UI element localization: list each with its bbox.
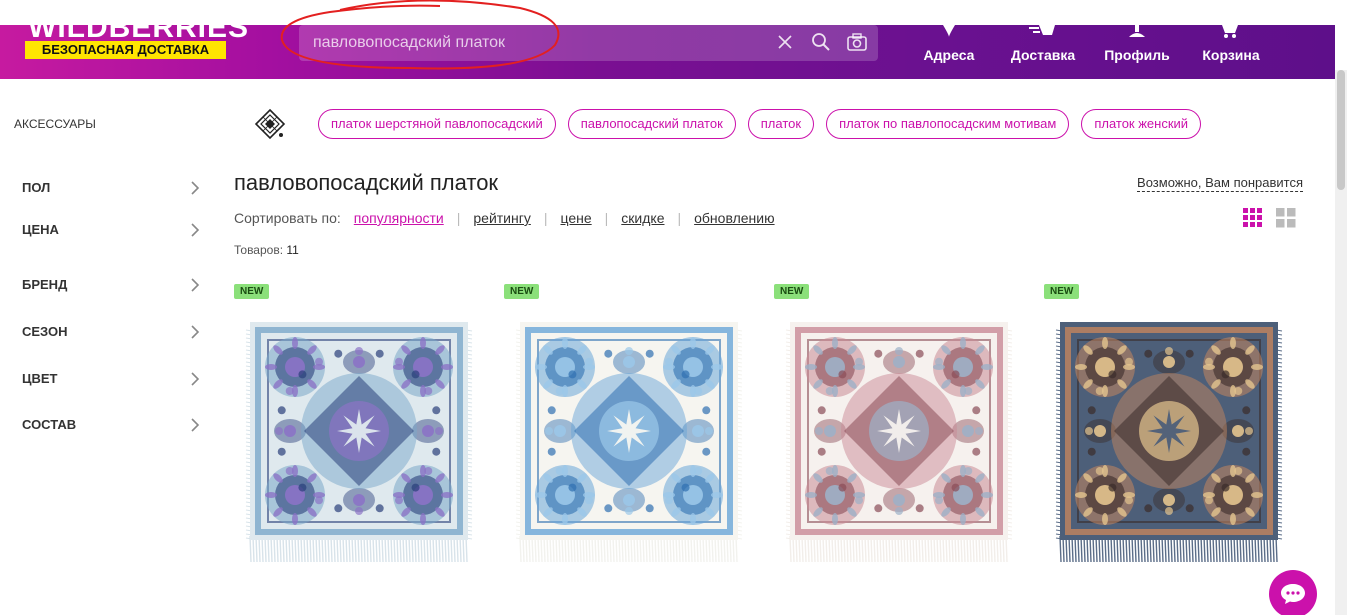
chevron-right-icon — [191, 181, 200, 195]
chevron-right-icon — [191, 372, 200, 386]
filter-label: СЕЗОН — [22, 324, 68, 339]
nav-label: Адреса — [923, 47, 975, 63]
filter-gender[interactable]: ПОЛ — [22, 180, 202, 200]
product-image[interactable] — [244, 318, 474, 566]
new-badge: NEW — [504, 284, 540, 299]
search-icon[interactable] — [810, 29, 832, 55]
scrollbar[interactable] — [1335, 70, 1347, 615]
tag-chip[interactable]: платок шерстяной павлопосадский — [318, 109, 556, 139]
sort-divider: | — [604, 210, 609, 226]
filter-label: БРЕНД — [22, 277, 68, 292]
sort-update[interactable]: обновлению — [694, 210, 774, 226]
page-title: павловопосадский платок — [234, 170, 499, 195]
new-badge: NEW — [1044, 284, 1080, 299]
filter-label: ЦВЕТ — [22, 371, 58, 386]
sort-label: Сортировать по: — [234, 210, 341, 226]
nav-label: Профиль — [1104, 47, 1170, 63]
tag-chip[interactable]: павлопосадский платок — [567, 109, 736, 139]
search-box — [299, 25, 878, 61]
view-toggle — [1243, 208, 1296, 228]
clear-icon[interactable] — [774, 29, 796, 55]
location-pin-icon — [943, 25, 955, 37]
tag-chip[interactable]: платок по павлопосадским мотивам — [826, 109, 1070, 139]
product-image[interactable] — [784, 318, 1014, 566]
chevron-right-icon — [191, 325, 200, 339]
nav-label: Корзина — [1202, 47, 1260, 63]
camera-icon[interactable] — [846, 29, 868, 55]
product-card[interactable]: NEW — [504, 284, 744, 574]
maybe-like-link[interactable]: Возможно, Вам понравится — [1137, 175, 1303, 192]
product-card[interactable]: NEW — [1044, 284, 1284, 574]
sort-divider: | — [456, 210, 461, 226]
new-badge: NEW — [774, 284, 810, 299]
nav-label: Доставка — [1010, 47, 1076, 63]
count-value: 11 — [286, 243, 299, 257]
filter-label: СОСТАВ — [22, 417, 77, 432]
chevron-right-icon — [191, 278, 200, 292]
sort-divider: | — [677, 210, 682, 226]
profile-icon — [1129, 25, 1145, 37]
filter-color[interactable]: ЦВЕТ — [22, 371, 202, 391]
site-header: WILDBERRIES БЕЗОПАСНАЯ ДОСТАВКА Адреса Д… — [0, 25, 1335, 79]
chevron-right-icon — [191, 223, 200, 237]
search-input[interactable] — [313, 25, 773, 61]
product-card[interactable]: NEW — [234, 284, 474, 574]
sort-popularity[interactable]: популярности — [354, 210, 444, 226]
filter-price[interactable]: ЦЕНА — [22, 222, 202, 242]
filter-brand[interactable]: БРЕНД — [22, 277, 202, 297]
sort-divider: | — [543, 210, 548, 226]
filter-label: ПОЛ — [22, 180, 51, 195]
delivery-truck-icon — [1029, 25, 1055, 35]
delivery-badge: БЕЗОПАСНАЯ ДОСТАВКА — [25, 41, 226, 59]
chat-button[interactable] — [1269, 570, 1317, 615]
tag-chip[interactable]: платок — [747, 109, 815, 139]
brand-logo-icon[interactable] — [254, 108, 286, 140]
filter-season[interactable]: СЕЗОН — [22, 324, 202, 344]
count-label: Товаров: — [234, 243, 284, 257]
nav-delivery[interactable]: Доставка — [999, 25, 1087, 79]
product-count: Товаров: 11 — [234, 243, 299, 257]
nav-addresses[interactable]: Адреса — [905, 25, 993, 79]
sort-rating[interactable]: рейтингу — [473, 210, 530, 226]
product-card[interactable]: NEW — [774, 284, 1014, 574]
chevron-right-icon — [191, 418, 200, 432]
category-label[interactable]: АКСЕССУАРЫ — [14, 117, 96, 131]
scrollbar-thumb[interactable] — [1337, 70, 1345, 190]
search-tags: платок шерстяной павлопосадский павлопос… — [318, 109, 1202, 139]
nav-profile[interactable]: Профиль — [1093, 25, 1181, 79]
filter-composition[interactable]: СОСТАВ — [22, 417, 202, 437]
product-image[interactable] — [1054, 318, 1284, 566]
cart-icon — [1222, 25, 1238, 38]
chat-icon — [1281, 584, 1305, 604]
nav-cart[interactable]: Корзина — [1187, 25, 1275, 79]
product-image[interactable] — [514, 318, 744, 566]
sort-row: Сортировать по: популярности | рейтингу … — [234, 210, 788, 226]
tag-chip[interactable]: платок женский — [1081, 109, 1202, 139]
top-strip — [0, 0, 1347, 25]
sort-price[interactable]: цене — [560, 210, 591, 226]
grid-large-view-icon[interactable] — [1276, 208, 1296, 228]
grid-small-view-icon[interactable] — [1243, 208, 1263, 228]
filter-label: ЦЕНА — [22, 222, 59, 237]
sort-discount[interactable]: скидке — [621, 210, 664, 226]
new-badge: NEW — [234, 284, 270, 299]
